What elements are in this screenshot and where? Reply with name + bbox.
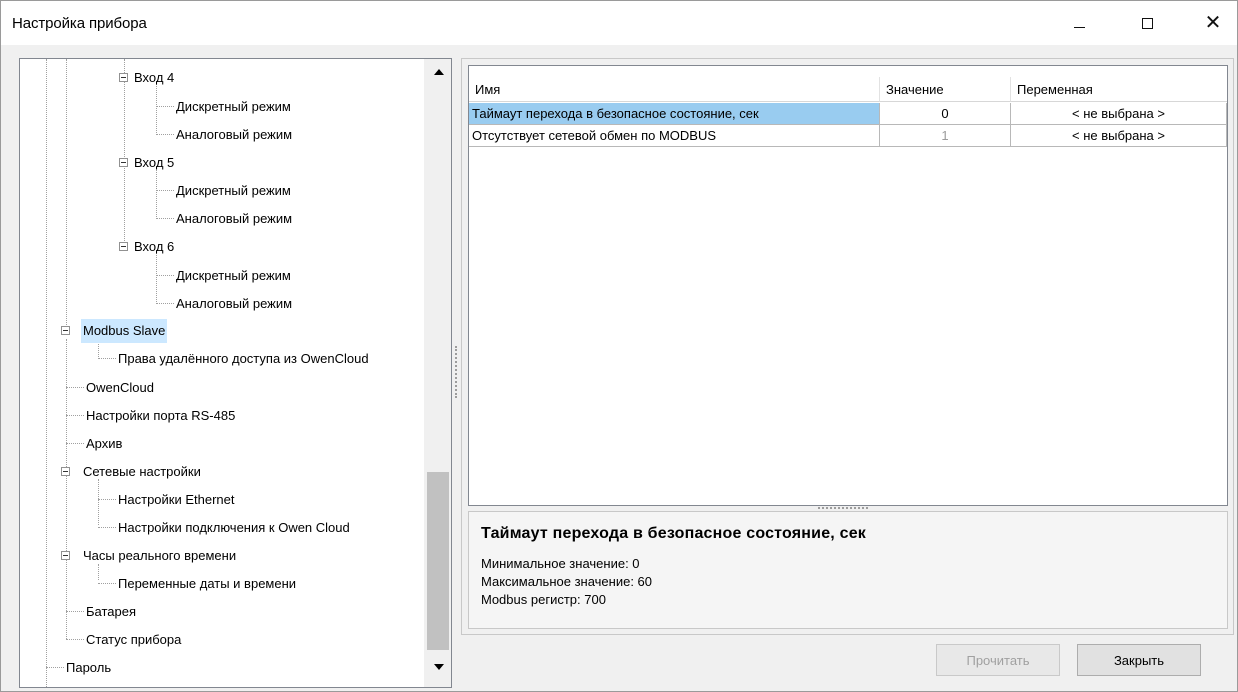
scroll-thumb[interactable] (427, 472, 449, 650)
tree-item-archive[interactable]: Архив (84, 432, 124, 456)
tree-item-password[interactable]: Пароль (64, 656, 113, 680)
tree-item-analog-mode[interactable]: Аналоговый режим (174, 292, 294, 316)
param-variable-cell[interactable]: < не выбрана > (1011, 103, 1227, 125)
collapse-toggle-icon[interactable] (119, 73, 128, 82)
tree-item-discrete-mode[interactable]: Дискретный режим (174, 264, 293, 288)
tree-item-network-settings[interactable]: Сетевые настройки (81, 460, 203, 484)
parameters-grid[interactable]: Имя Значение Переменная Таймаут перехода… (468, 65, 1228, 506)
maximize-icon (1141, 17, 1153, 29)
param-value-cell[interactable]: 1 (880, 125, 1011, 147)
tree-item-input-6[interactable]: Вход 6 (132, 235, 176, 259)
tree-item-discrete-mode[interactable]: Дискретный режим (174, 179, 293, 203)
minimize-button[interactable] (1056, 1, 1102, 45)
column-header-name[interactable]: Имя (469, 77, 880, 102)
tree-content: Вход 4 Дискретный режим Аналоговый режим… (20, 59, 424, 687)
min-value-text: Минимальное значение: 0 (481, 556, 640, 571)
max-value-text: Максимальное значение: 60 (481, 574, 653, 589)
settings-tree[interactable]: Вход 4 Дискретный режим Аналоговый режим… (19, 58, 452, 688)
tree-item-rs485-port[interactable]: Настройки порта RS-485 (84, 404, 237, 428)
tree-item-realtime-clock[interactable]: Часы реального времени (81, 544, 238, 568)
close-icon: ✕ (1204, 12, 1222, 34)
tree-item-modbus-slave[interactable]: Modbus Slave (81, 319, 168, 343)
horizontal-splitter[interactable] (818, 507, 868, 509)
param-variable-cell[interactable]: < не выбрана > (1011, 125, 1227, 147)
column-header-value[interactable]: Значение (880, 77, 1011, 102)
collapse-toggle-icon[interactable] (61, 326, 70, 335)
modbus-register-text: Modbus регистр: 700 (481, 592, 606, 607)
maximize-button[interactable] (1124, 1, 1170, 45)
tree-item-owencloud-remote-access[interactable]: Права удалённого доступа из OwenCloud (116, 347, 371, 371)
param-name-cell[interactable]: Отсутствует сетевой обмен по MODBUS (469, 125, 880, 147)
tree-item-owen-cloud-connection[interactable]: Настройки подключения к Owen Cloud (116, 516, 352, 540)
description-title: Таймаут перехода в безопасное состояние,… (481, 525, 867, 542)
tree-item-input-5[interactable]: Вход 5 (132, 151, 176, 175)
tree-item-owencloud[interactable]: OwenCloud (84, 376, 156, 400)
param-name-cell[interactable]: Таймаут перехода в безопасное состояние,… (469, 103, 880, 125)
tree-item-datetime-variables[interactable]: Переменные даты и времени (116, 572, 298, 596)
scroll-up-arrow-icon[interactable] (434, 69, 444, 75)
close-window-button[interactable]: ✕ (1190, 1, 1236, 45)
read-button[interactable]: Прочитать (936, 644, 1060, 676)
tree-item-analog-mode[interactable]: Аналоговый режим (174, 207, 294, 231)
minimize-icon (1073, 26, 1085, 28)
description-panel: Таймаут перехода в безопасное состояние,… (468, 511, 1228, 629)
tree-scrollbar[interactable] (424, 59, 451, 687)
parameters-panel: Имя Значение Переменная Таймаут перехода… (461, 58, 1234, 635)
vertical-splitter[interactable] (455, 346, 457, 398)
title-bar[interactable]: Настройка прибора ✕ (1, 1, 1237, 45)
tree-item-analog-mode[interactable]: Аналоговый режим (174, 123, 294, 147)
collapse-toggle-icon[interactable] (61, 467, 70, 476)
column-header-variable[interactable]: Переменная (1011, 77, 1227, 102)
tree-item-device-status[interactable]: Статус прибора (84, 628, 183, 652)
window-title: Настройка прибора (12, 15, 147, 32)
close-button[interactable]: Закрыть (1077, 644, 1201, 676)
device-settings-window: Настройка прибора ✕ Вход 4 Дискретный ре… (0, 0, 1238, 692)
collapse-toggle-icon[interactable] (119, 242, 128, 251)
scroll-down-arrow-icon[interactable] (434, 664, 444, 670)
tree-item-ethernet-settings[interactable]: Настройки Ethernet (116, 488, 237, 512)
tree-item-input-4[interactable]: Вход 4 (132, 66, 176, 90)
collapse-toggle-icon[interactable] (61, 551, 70, 560)
tree-item-discrete-mode[interactable]: Дискретный режим (174, 95, 293, 119)
param-value-cell[interactable]: 0 (880, 103, 1011, 125)
tree-item-battery[interactable]: Батарея (84, 600, 138, 624)
collapse-toggle-icon[interactable] (119, 158, 128, 167)
